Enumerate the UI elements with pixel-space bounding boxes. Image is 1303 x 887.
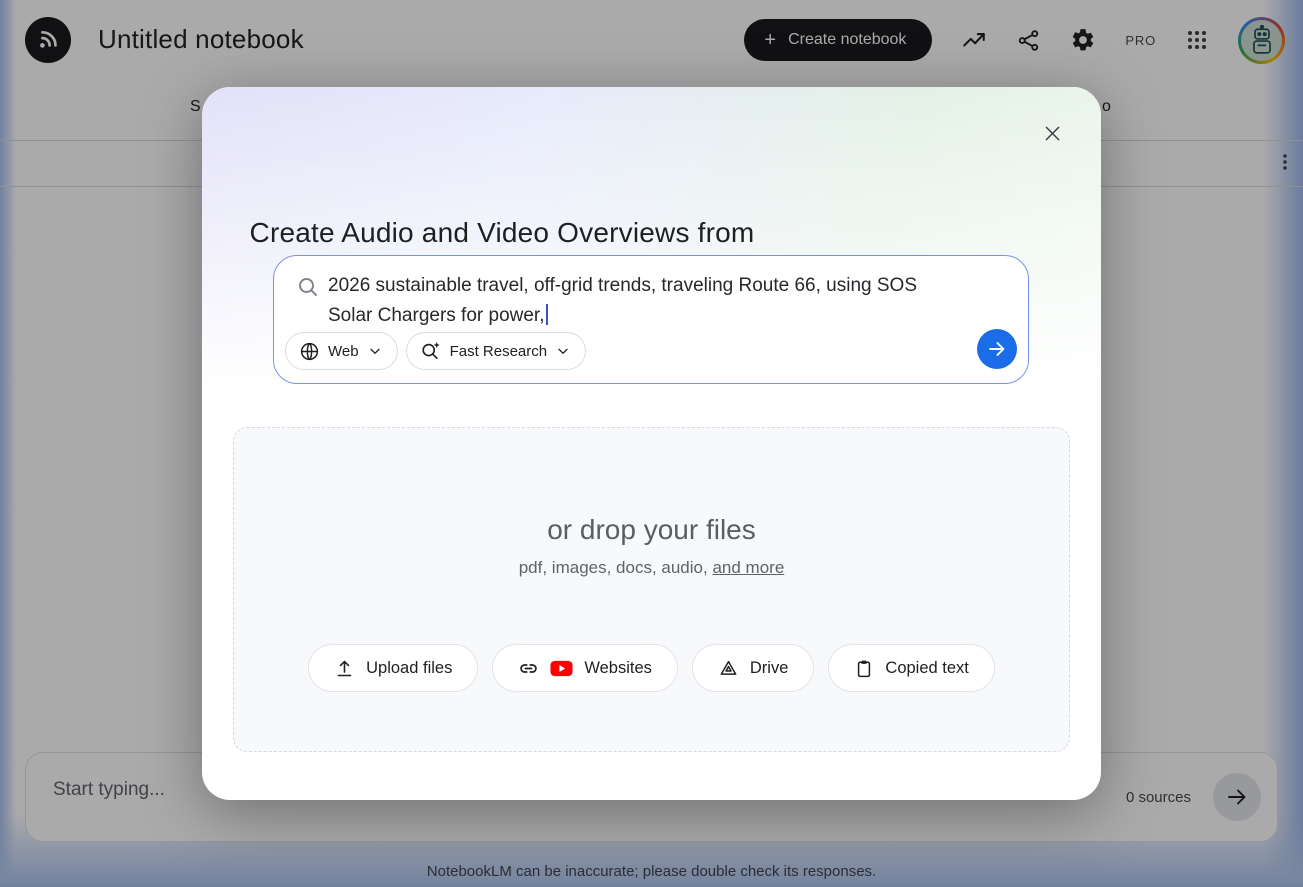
- research-query-input[interactable]: 2026 sustainable travel, off-grid trends…: [273, 255, 1029, 384]
- upload-files-button[interactable]: Upload files: [308, 644, 478, 692]
- submit-query-button[interactable]: [977, 329, 1017, 369]
- chevron-down-icon: [555, 343, 571, 359]
- dropzone-formats: pdf, images, docs, audio, and more: [234, 558, 1069, 578]
- websites-label: Websites: [584, 659, 652, 678]
- source-scope-label: Web: [328, 343, 359, 360]
- dropzone-heading: or drop your files: [234, 514, 1069, 546]
- text-cursor: [546, 304, 548, 325]
- research-mode-label: Fast Research: [450, 343, 548, 360]
- dialog-title-line1: Create Audio and Video Overviews from: [250, 217, 755, 248]
- arrow-right-icon: [986, 338, 1008, 360]
- upload-files-label: Upload files: [366, 659, 452, 678]
- search-sparkle-icon: [420, 340, 442, 362]
- chevron-down-icon: [367, 343, 383, 359]
- query-text-line2: Solar Chargers for power,: [328, 305, 545, 326]
- link-icon: [518, 658, 539, 679]
- source-buttons-row: Upload files Websites: [234, 644, 1069, 692]
- copied-text-button[interactable]: Copied text: [828, 644, 994, 692]
- and-more-link[interactable]: and more: [712, 558, 784, 577]
- websites-button[interactable]: Websites: [492, 644, 678, 692]
- youtube-icon: [550, 660, 573, 677]
- notebooklm-screen: Untitled notebook + Create notebook: [0, 0, 1303, 887]
- search-icon: [296, 275, 320, 299]
- drive-icon: [718, 658, 739, 679]
- research-mode-dropdown[interactable]: Fast Research: [406, 332, 587, 370]
- upload-icon: [334, 658, 355, 679]
- query-text: 2026 sustainable travel, off-grid trends…: [328, 271, 1004, 331]
- clipboard-icon: [854, 658, 874, 679]
- close-dialog-button[interactable]: [1038, 119, 1067, 148]
- drive-button[interactable]: Drive: [692, 644, 815, 692]
- create-overview-dialog: Create Audio and Video Overviews from yo…: [202, 87, 1101, 800]
- close-icon: [1042, 123, 1063, 144]
- file-drop-zone[interactable]: or drop your files pdf, images, docs, au…: [233, 427, 1070, 752]
- query-option-chips: Web Fast Research: [285, 332, 586, 370]
- source-scope-dropdown[interactable]: Web: [285, 332, 398, 370]
- formats-text: pdf, images, docs, audio,: [519, 558, 713, 577]
- drive-label: Drive: [750, 659, 789, 678]
- copied-text-label: Copied text: [885, 659, 968, 678]
- globe-icon: [299, 341, 320, 362]
- query-text-line1: 2026 sustainable travel, off-grid trends…: [328, 275, 917, 296]
